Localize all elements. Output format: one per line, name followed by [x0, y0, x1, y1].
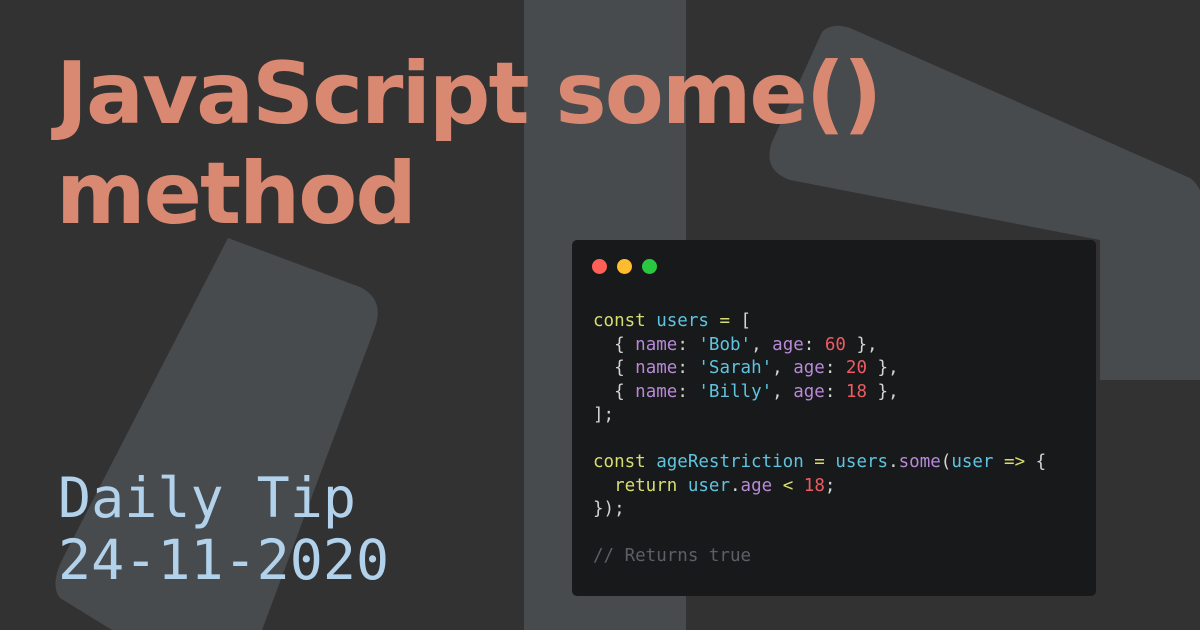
- code-number: 18: [803, 475, 825, 496]
- code-property: age: [740, 475, 773, 496]
- code-punctuation: ,: [772, 381, 794, 402]
- code-string: 'Sarah': [698, 358, 773, 378]
- title-line-2: method: [56, 144, 417, 244]
- code-keyword: return: [614, 475, 678, 496]
- code-punctuation: {: [593, 358, 636, 378]
- code-punctuation: [646, 311, 657, 331]
- code-block: const users = [ { name: 'Bob', age: 60 }…: [593, 310, 1046, 569]
- code-identifier: user: [687, 475, 730, 496]
- code-property: name: [635, 358, 678, 378]
- code-punctuation: ;: [824, 475, 836, 496]
- code-line: // Returns true: [593, 545, 1046, 569]
- code-punctuation: });: [593, 499, 625, 519]
- code-comment: // Returns true: [593, 546, 752, 566]
- code-number: 20: [845, 358, 867, 378]
- tip-line-1: Daily Tip: [58, 466, 357, 530]
- code-punctuation: },: [867, 358, 899, 378]
- code-punctuation: [: [730, 311, 752, 331]
- code-punctuation: :: [677, 334, 699, 355]
- code-line: const ageRestriction = users.some(user =…: [593, 451, 1046, 475]
- code-line: return user.age < 18;: [593, 475, 1046, 499]
- code-punctuation: .: [730, 475, 741, 496]
- code-property: age: [793, 381, 825, 402]
- code-punctuation: .: [888, 452, 899, 472]
- code-punctuation: [593, 476, 614, 496]
- code-punctuation: ,: [751, 334, 773, 355]
- code-property: some: [898, 452, 941, 472]
- code-punctuation: [646, 452, 657, 472]
- code-number: 18: [845, 381, 867, 402]
- minimize-dot-icon: [617, 259, 632, 274]
- code-property: name: [635, 334, 678, 355]
- code-punctuation: [793, 476, 804, 496]
- code-punctuation: {: [593, 334, 636, 355]
- code-line: });: [593, 498, 1046, 522]
- code-punctuation: {: [1025, 452, 1047, 472]
- code-punctuation: ];: [593, 405, 615, 425]
- code-punctuation: :: [803, 334, 825, 355]
- code-operator: =>: [1004, 452, 1026, 472]
- code-punctuation: [677, 476, 688, 496]
- title-line-1: JavaScript some(): [56, 44, 882, 144]
- code-operator: =: [719, 311, 731, 331]
- code-punctuation: [804, 452, 815, 472]
- code-window: const users = [ { name: 'Bob', age: 60 }…: [572, 240, 1096, 596]
- window-controls: [592, 259, 657, 274]
- code-property: name: [635, 381, 678, 402]
- code-punctuation: [709, 311, 720, 331]
- code-line: { name: 'Bob', age: 60 },: [593, 334, 1046, 358]
- code-punctuation: {: [593, 381, 636, 402]
- daily-tip-label: Daily Tip 24-11-2020: [58, 467, 389, 591]
- article-title: JavaScript some() method: [56, 44, 1056, 244]
- code-property: age: [793, 358, 825, 378]
- code-punctuation: [993, 452, 1004, 472]
- code-punctuation: [772, 476, 783, 496]
- code-line: ];: [593, 404, 1046, 428]
- code-punctuation: ,: [772, 358, 794, 378]
- code-operator: <: [782, 475, 794, 496]
- code-punctuation: :: [677, 381, 699, 402]
- tip-date: 24-11-2020: [58, 528, 390, 592]
- code-punctuation: :: [824, 358, 846, 378]
- code-keyword: const: [593, 452, 646, 472]
- code-number: 60: [824, 334, 846, 355]
- code-property: age: [772, 334, 804, 355]
- code-line: { name: 'Sarah', age: 20 },: [593, 357, 1046, 381]
- code-identifier: users: [656, 311, 709, 331]
- code-identifier: ageRestriction: [656, 452, 804, 472]
- code-keyword: const: [593, 311, 646, 331]
- code-punctuation: [825, 452, 836, 472]
- code-identifier: user: [951, 452, 994, 472]
- code-line: { name: 'Billy', age: 18 },: [593, 381, 1046, 405]
- code-punctuation: },: [845, 334, 878, 355]
- code-string: 'Bob': [698, 334, 752, 355]
- code-punctuation: },: [867, 381, 899, 402]
- code-punctuation: (: [940, 452, 952, 472]
- code-punctuation: :: [824, 381, 846, 402]
- code-identifier: users: [835, 452, 889, 472]
- code-line: const users = [: [593, 310, 1046, 334]
- code-string: 'Billy': [698, 381, 773, 402]
- close-dot-icon: [592, 259, 607, 274]
- maximize-dot-icon: [642, 259, 657, 274]
- code-operator: =: [814, 452, 825, 472]
- code-punctuation: :: [677, 358, 699, 378]
